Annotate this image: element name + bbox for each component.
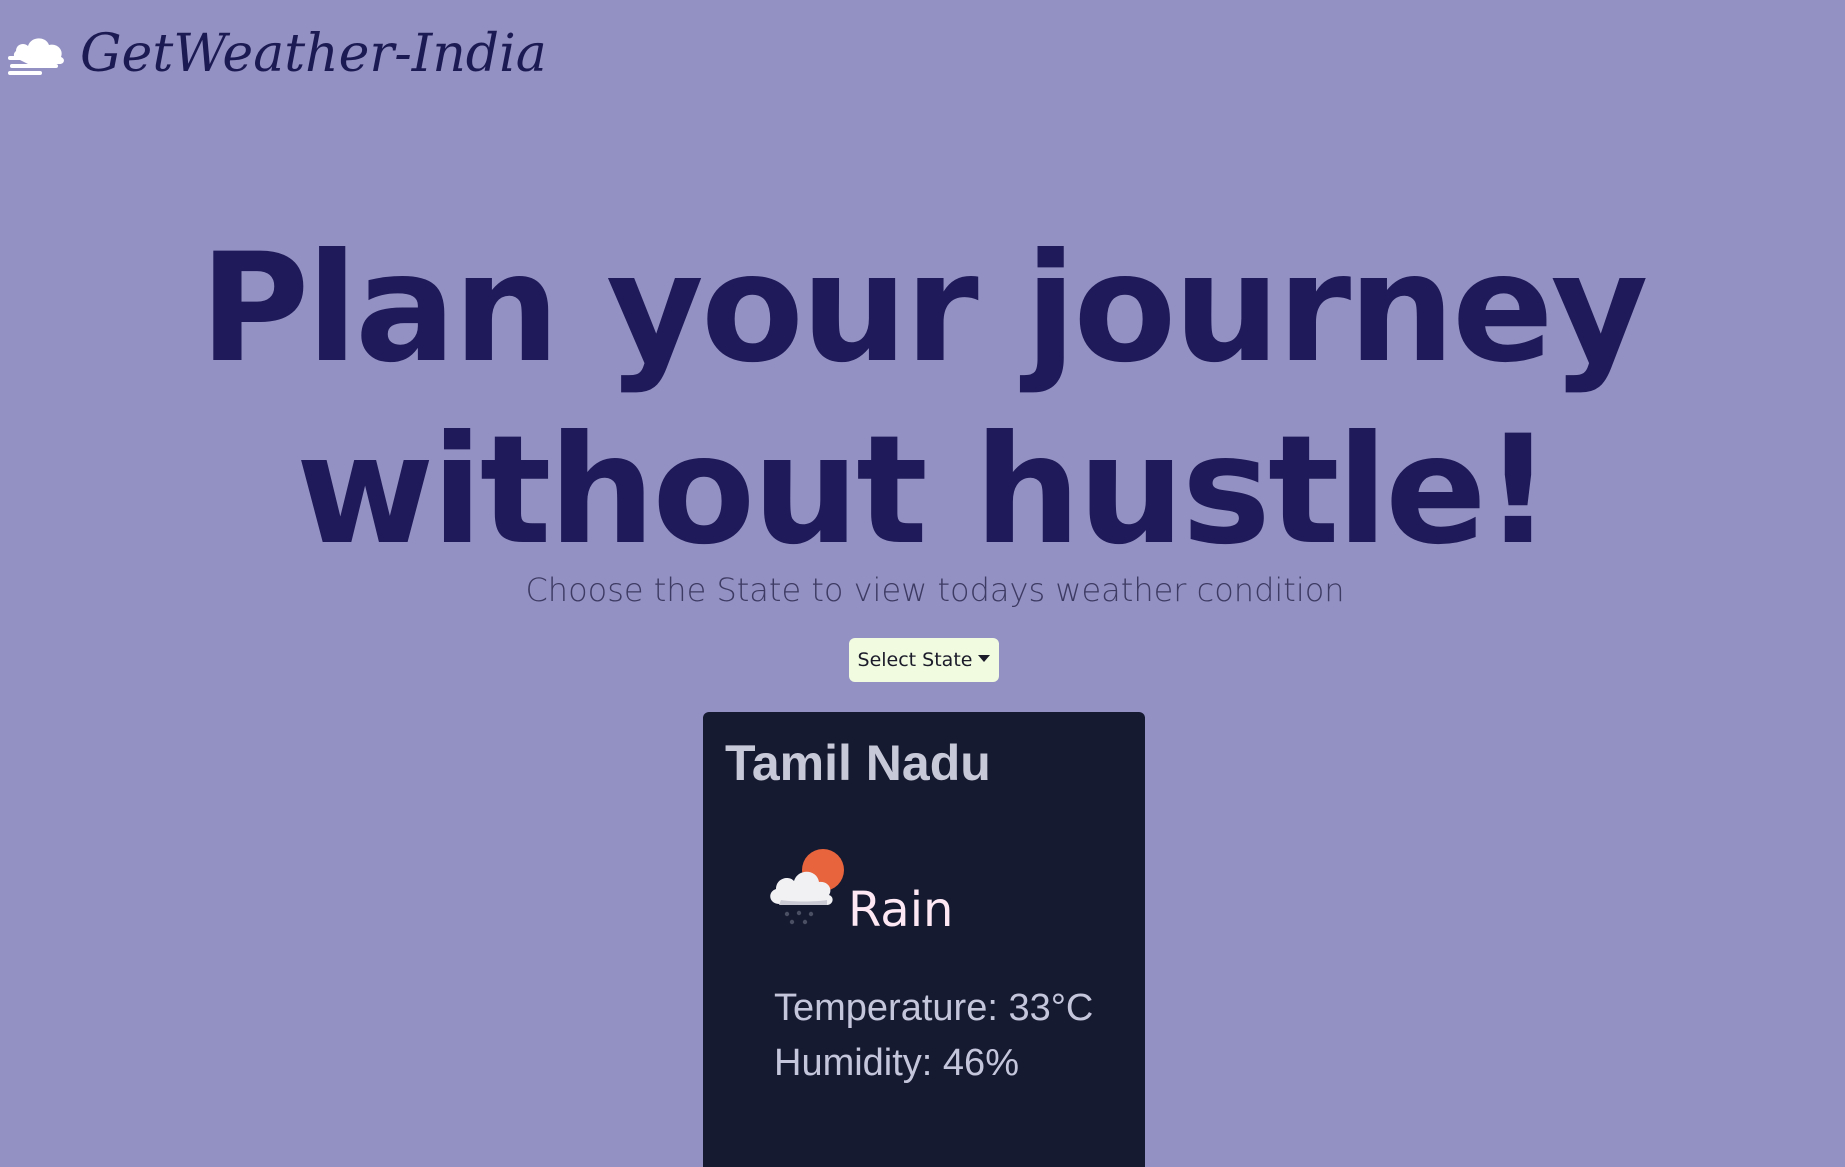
hero-heading-line-1: Plan your journey xyxy=(199,222,1649,396)
cloud-rain-sun-icon xyxy=(770,849,844,925)
temperature-value: Temperature: 33°C xyxy=(774,987,1094,1029)
weather-condition: Rain xyxy=(848,882,954,938)
cloud-wind-icon xyxy=(8,38,64,75)
brand-name: GetWeather-India xyxy=(80,24,547,84)
hero-heading-line-2: without hustle! xyxy=(295,404,1552,578)
humidity-value: Humidity: 46% xyxy=(774,1042,1019,1084)
select-state-label: Select State xyxy=(857,649,973,671)
page: GetWeather-India Plan your journey witho… xyxy=(0,0,1845,1167)
weather-card: Tamil Nadu Rain Temperature: 33°C Humidi… xyxy=(703,712,1145,1167)
hero-heading: Plan your journey without hustle! xyxy=(0,218,1845,582)
navbar-brand[interactable]: GetWeather-India xyxy=(6,24,547,84)
caret-down-icon xyxy=(978,654,991,662)
subtitle: Choose the State to view todays weather … xyxy=(525,571,1345,609)
select-state-dropdown[interactable]: Select State xyxy=(849,638,999,682)
state-name: Tamil Nadu xyxy=(725,735,991,791)
